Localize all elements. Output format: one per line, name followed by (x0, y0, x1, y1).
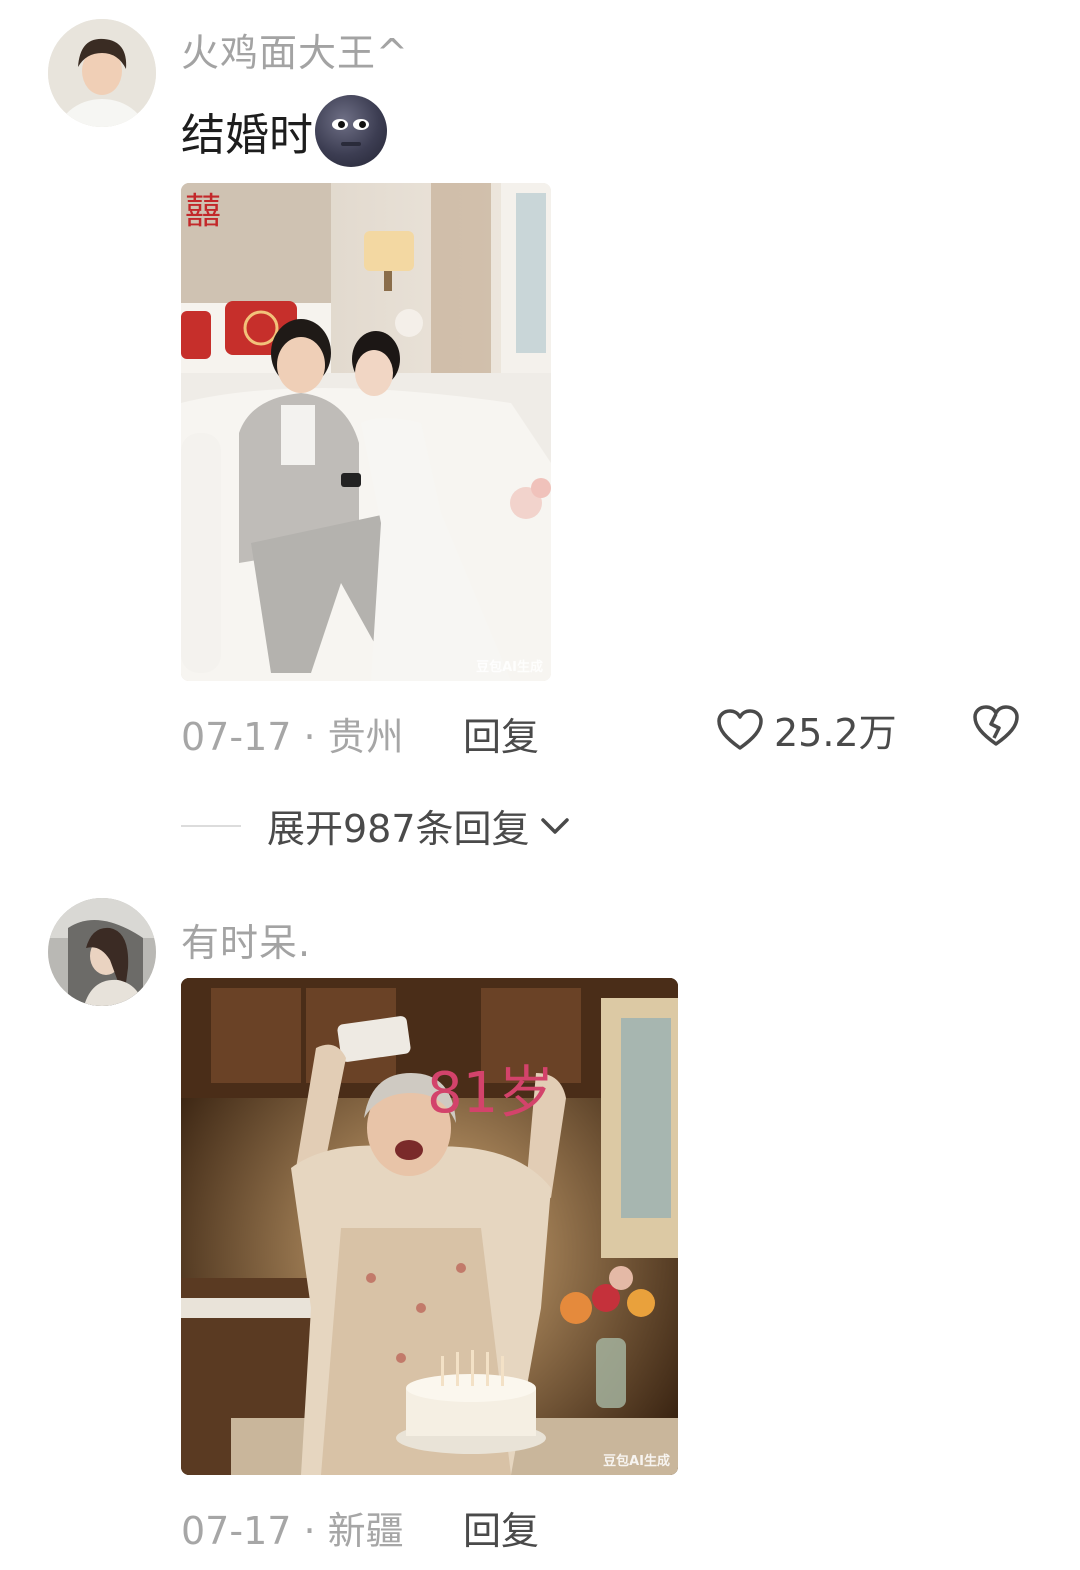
expand-replies-button[interactable]: 展开987条回复 (181, 798, 572, 853)
svg-text:囍: 囍 (185, 191, 221, 232)
heart-icon (717, 708, 763, 750)
new-moon-face-icon (315, 95, 387, 167)
dislike-button[interactable] (972, 704, 1020, 752)
divider-line (181, 824, 241, 827)
avatar[interactable] (48, 19, 156, 127)
broken-heart-icon (973, 705, 1019, 746)
chevron-down-icon (540, 817, 569, 834)
comment-item: 火鸡面大王^ 结婚时 囍 豆包AI生成 07-17 · 贵州 回复 25.2万 … (0, 0, 1080, 870)
comment-photo[interactable]: 81岁 豆包AI生成 (181, 978, 678, 1475)
date-location: 07-17 · 贵州 (181, 715, 404, 759)
photo-overlay-text: 81岁 (427, 1061, 555, 1126)
comment-text-content: 结婚时 (181, 110, 313, 161)
date-location: 07-17 · 新疆 (181, 1509, 404, 1553)
comment-text: 结婚时 (181, 95, 387, 167)
reply-button[interactable]: 回复 (463, 1500, 539, 1555)
like-count: 25.2万 (774, 711, 897, 755)
reply-button[interactable]: 回复 (463, 706, 539, 761)
ai-watermark: 豆包AI生成 (603, 1454, 670, 1469)
username[interactable]: 有时呆. (181, 912, 311, 967)
ai-watermark: 豆包AI生成 (476, 660, 543, 675)
avatar[interactable] (48, 898, 156, 1006)
username[interactable]: 火鸡面大王^ (181, 22, 409, 77)
comment-photo[interactable]: 囍 豆包AI生成 (181, 183, 551, 681)
like-button[interactable]: 25.2万 (716, 702, 897, 757)
comment-item: 有时呆. 81岁 豆包AI生成 07-17 · 新疆 回复 (0, 880, 1080, 1570)
expand-replies-label: 展开987条回复 (267, 807, 530, 851)
